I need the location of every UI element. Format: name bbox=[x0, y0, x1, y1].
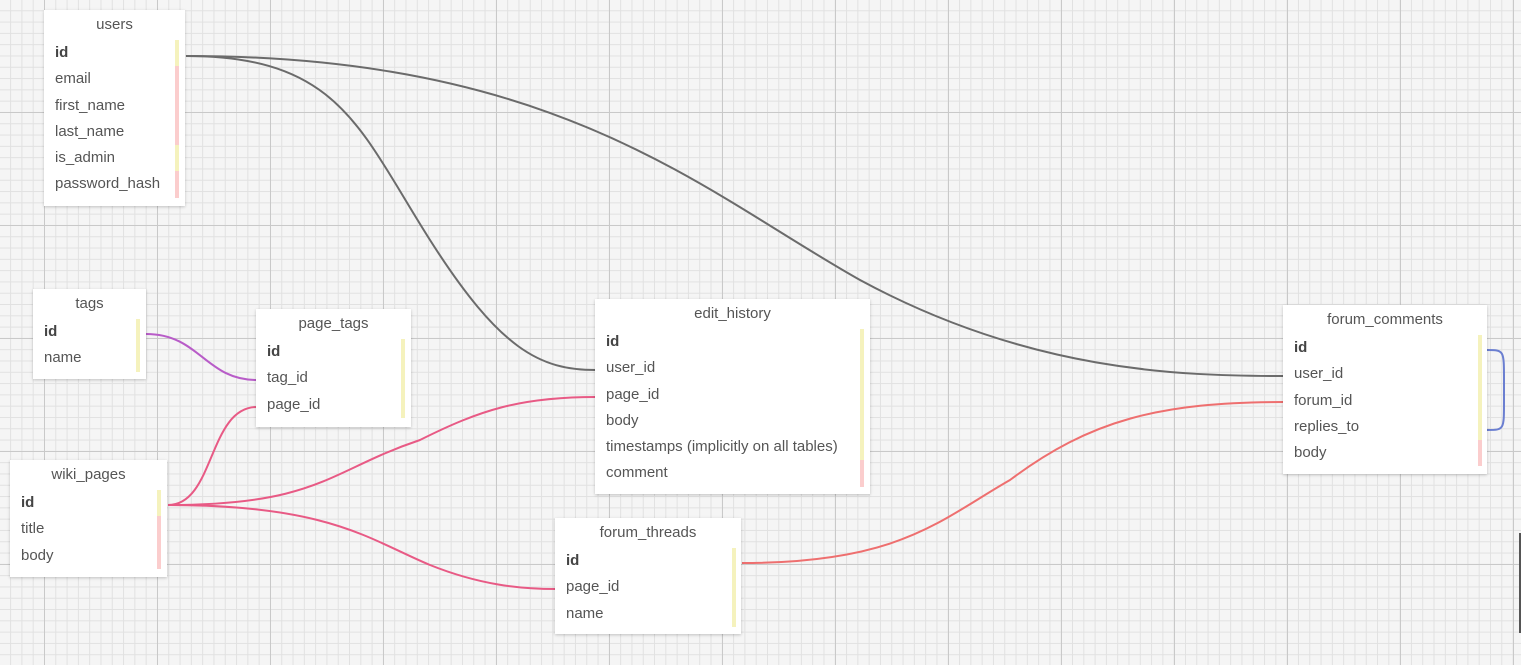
table-wiki-pages[interactable]: wiki_pages id title body bbox=[10, 460, 167, 577]
required-field-marker bbox=[860, 460, 864, 487]
field-row[interactable]: id bbox=[33, 319, 146, 346]
field-row[interactable]: body bbox=[10, 542, 167, 569]
nullable-field-marker bbox=[860, 407, 864, 435]
relation-wiki-pages-forum-threads bbox=[167, 504, 557, 590]
required-field-marker bbox=[157, 542, 161, 569]
table-title: forum_comments bbox=[1327, 311, 1443, 328]
table-title: wiki_pages bbox=[51, 466, 126, 483]
field-row[interactable]: id bbox=[555, 548, 741, 575]
table-title: users bbox=[96, 16, 133, 33]
nullable-field-marker bbox=[1478, 413, 1482, 441]
table-title: forum_threads bbox=[599, 524, 697, 541]
field-list: id email first_name last_name is_admin passwo… bbox=[44, 40, 185, 198]
nullable-field-marker bbox=[157, 490, 161, 517]
table-users[interactable]: users id email first_name last_name is_admin… bbox=[44, 10, 185, 206]
field-list: id title body bbox=[10, 490, 167, 569]
required-field-marker bbox=[175, 92, 179, 119]
table-page-tags[interactable]: page_tags id tag_id page_id bbox=[256, 309, 411, 427]
field-row[interactable]: user_id bbox=[1283, 361, 1487, 388]
required-field-marker bbox=[175, 171, 179, 198]
field-row[interactable]: id bbox=[1283, 335, 1487, 362]
nullable-field-marker bbox=[860, 355, 864, 382]
nullable-field-marker bbox=[175, 40, 179, 67]
required-field-marker bbox=[175, 66, 179, 93]
field-row[interactable]: email bbox=[44, 66, 185, 93]
field-row[interactable]: first_name bbox=[44, 92, 185, 119]
relation-forum-comments-self bbox=[1486, 349, 1505, 431]
field-list: id name bbox=[33, 319, 146, 372]
field-row[interactable]: body bbox=[1283, 440, 1487, 467]
nullable-field-marker bbox=[136, 345, 140, 372]
field-list: id page_id name bbox=[555, 548, 741, 627]
field-row[interactable]: page_id bbox=[595, 381, 870, 408]
table-title: tags bbox=[75, 295, 104, 312]
field-row[interactable]: user_id bbox=[595, 355, 870, 382]
nullable-field-marker bbox=[860, 381, 864, 408]
nullable-field-marker bbox=[860, 329, 864, 356]
field-row[interactable]: timestamps (implicitly on all tables) bbox=[595, 434, 870, 461]
nullable-field-marker bbox=[401, 391, 405, 418]
field-row[interactable]: page_id bbox=[256, 391, 411, 418]
field-row[interactable]: body bbox=[595, 407, 870, 435]
field-row[interactable]: comment bbox=[595, 460, 870, 487]
nullable-field-marker bbox=[732, 600, 736, 627]
nullable-field-marker bbox=[1478, 361, 1482, 388]
field-row[interactable]: id bbox=[10, 490, 167, 517]
table-tags[interactable]: tags id name bbox=[33, 289, 146, 379]
field-row[interactable]: password_hash bbox=[44, 171, 185, 198]
nullable-field-marker bbox=[401, 365, 405, 392]
field-row[interactable]: page_id bbox=[555, 574, 741, 601]
nullable-field-marker bbox=[732, 574, 736, 601]
nullable-field-marker bbox=[175, 145, 179, 172]
nullable-field-marker bbox=[401, 339, 405, 366]
field-row[interactable]: id bbox=[44, 40, 185, 67]
table-edit-history[interactable]: edit_history id user_id page_id body timesta… bbox=[595, 299, 870, 494]
table-forum-comments[interactable]: forum_comments id user_id forum_id replies_… bbox=[1283, 305, 1487, 474]
nullable-field-marker bbox=[860, 434, 864, 461]
field-row[interactable]: tag_id bbox=[256, 365, 411, 392]
nullable-field-marker bbox=[136, 319, 140, 346]
relation-wiki-pages-page-tags bbox=[167, 406, 258, 506]
field-row[interactable]: name bbox=[555, 600, 741, 627]
field-row[interactable]: name bbox=[33, 345, 146, 372]
field-row[interactable]: replies_to bbox=[1283, 413, 1487, 441]
field-row[interactable]: is_admin bbox=[44, 145, 185, 172]
table-forum-threads[interactable]: forum_threads id page_id name bbox=[555, 518, 741, 634]
field-list: id user_id forum_id replies_to body bbox=[1283, 335, 1487, 467]
table-title: page_tags bbox=[298, 315, 369, 332]
field-row[interactable]: id bbox=[595, 329, 870, 356]
relation-tags-page-tags bbox=[145, 333, 258, 381]
nullable-field-marker bbox=[1478, 335, 1482, 362]
required-field-marker bbox=[1478, 440, 1482, 467]
field-row[interactable]: title bbox=[10, 516, 167, 543]
field-row[interactable]: forum_id bbox=[1283, 387, 1487, 414]
field-row[interactable]: id bbox=[256, 339, 411, 366]
nullable-field-marker bbox=[1478, 387, 1482, 414]
table-title: edit_history bbox=[694, 305, 771, 322]
field-list: id user_id page_id body timestamps (implicit… bbox=[595, 329, 870, 487]
required-field-marker bbox=[175, 118, 179, 146]
field-row[interactable]: last_name bbox=[44, 118, 185, 146]
required-field-marker bbox=[157, 516, 161, 543]
field-list: id tag_id page_id bbox=[256, 339, 411, 418]
nullable-field-marker bbox=[732, 548, 736, 575]
